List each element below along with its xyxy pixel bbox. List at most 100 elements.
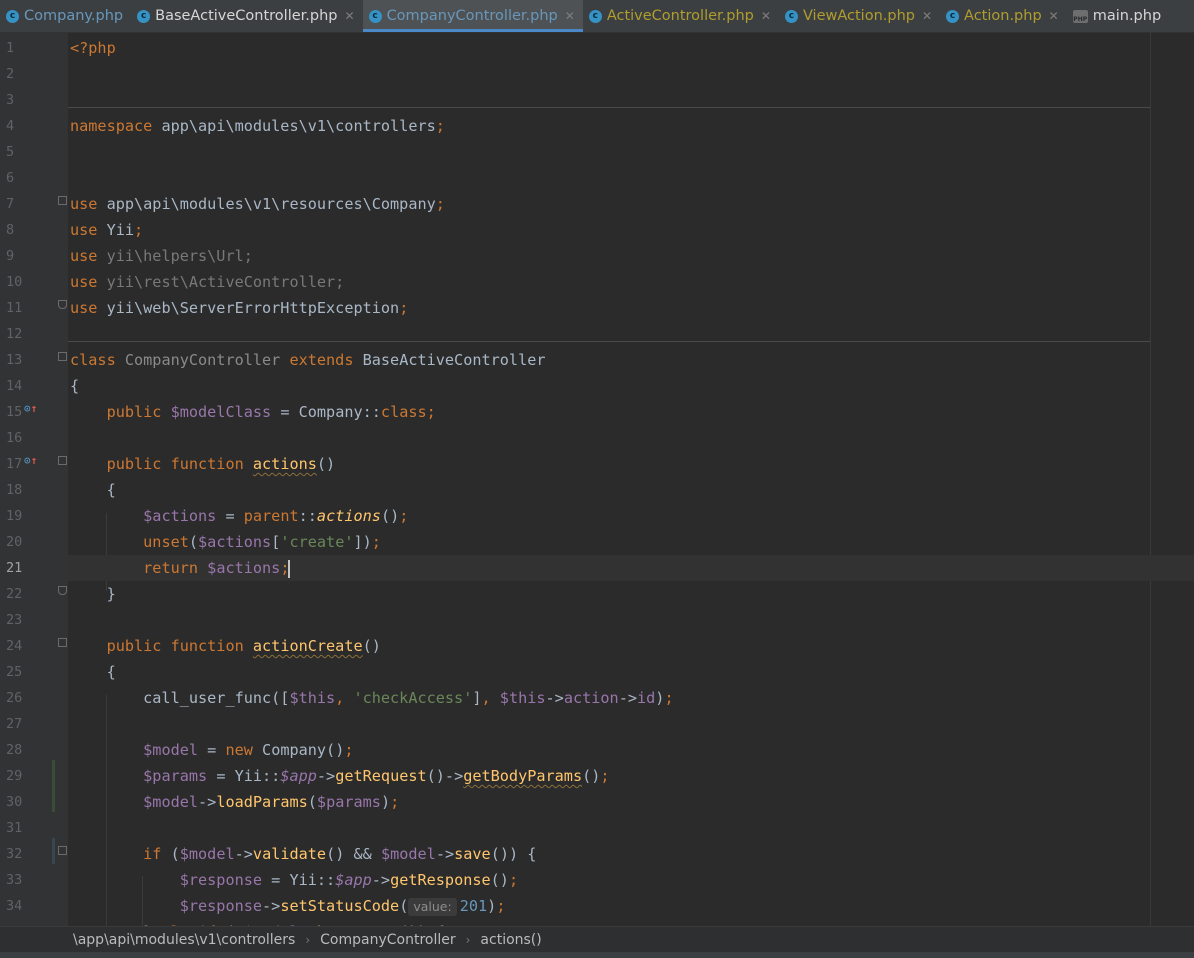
code-text[interactable]: $params = Yii::$app->getRequest()->getBo… [70,763,610,789]
editor-tab[interactable]: c Company.php [0,0,131,32]
code-text[interactable]: use yii\rest\ActiveController; [70,269,344,295]
code-text[interactable]: } [70,581,116,607]
code-line[interactable]: 26 call_user_func([$this, 'checkAccess']… [0,685,1194,711]
code-line[interactable]: 14 { [0,373,1194,399]
code-line[interactable]: 5 [0,139,1194,165]
code-editor[interactable]: ⊙↑ ⊙↑ 1 <?php 2 3 4 namespace app\api\modules… [0,32,1194,941]
code-text[interactable]: public $modelClass = Company::class; [70,399,436,425]
line-number: 13 [6,352,23,368]
code-text[interactable]: return $actions; [70,555,291,581]
code-line[interactable]: 12 [0,321,1194,347]
code-text[interactable]: use app\api\modules\v1\resources\Company… [70,191,445,217]
code-line[interactable]: 19 $actions = parent::actions(); [0,503,1194,529]
code-token: actionCreate [252,637,363,655]
code-line[interactable]: 22 } [0,581,1194,607]
code-line[interactable]: 7 use app\api\modules\v1\resources\Compan… [0,191,1194,217]
code-text[interactable]: $model->loadParams($params); [70,789,399,815]
editor-tab[interactable]: c ViewAction.php ✕ [779,0,940,32]
breadcrumb-item[interactable]: \app\api\modules\v1\controllers [73,932,295,948]
code-line[interactable]: 29 $params = Yii::$app->getRequest()->ge… [0,763,1194,789]
code-line[interactable]: 32 if ($model->validate() && $model->sav… [0,841,1194,867]
code-line[interactable]: 1 <?php [0,35,1194,61]
code-text[interactable]: <?php [70,35,116,61]
code-text[interactable]: $response->setStatusCode(value: 201); [70,893,505,919]
close-icon[interactable]: ✕ [565,9,575,23]
code-line[interactable]: 20 unset($actions['create']); [0,529,1194,555]
breadcrumb-item[interactable]: CompanyController [320,932,455,948]
code-text[interactable]: use yii\web\ServerErrorHttpException; [70,295,408,321]
code-text[interactable]: public function actionCreate() [70,633,381,659]
line-number: 16 [6,430,23,446]
code-line[interactable]: 10 use yii\rest\ActiveController; [0,269,1194,295]
code-text[interactable]: $actions = parent::actions(); [70,503,408,529]
code-text[interactable]: { [70,373,79,399]
editor-tab[interactable]: c Action.php ✕ [940,0,1067,32]
code-token: getRequest [335,767,427,785]
code-token: $response [179,897,263,915]
code-text[interactable]: unset($actions['create']); [70,529,381,555]
parameter-hint: value: [408,897,457,916]
line-number: 28 [6,742,23,758]
code-text[interactable]: namespace app\api\modules\v1\controllers… [70,113,445,139]
code-token: ; [600,767,610,785]
code-line[interactable]: 33 $response = Yii::$app->getResponse(); [0,867,1194,893]
code-line[interactable]: 6 [0,165,1194,191]
code-token: use [70,221,107,239]
close-icon[interactable]: ✕ [345,9,355,23]
code-line[interactable]: 25 { [0,659,1194,685]
code-token: $actions [198,533,272,551]
line-number: 9 [6,248,15,264]
line-number: 23 [6,612,23,628]
code-line[interactable]: 15 public $modelClass = Company::class; [0,399,1194,425]
code-text[interactable]: $model = new Company(); [70,737,354,763]
code-line[interactable]: 31 [0,815,1194,841]
code-text[interactable]: call_user_func([$this, 'checkAccess'], $… [70,685,673,711]
breadcrumb-item[interactable]: actions() [480,932,541,948]
code-line[interactable]: 21 return $actions; [0,555,1194,581]
code-line[interactable]: 18 { [0,477,1194,503]
code-line[interactable]: 9 use yii\helpers\Url; [0,243,1194,269]
code-line[interactable]: 30 $model->loadParams($params); [0,789,1194,815]
code-line[interactable]: 23 [0,607,1194,633]
code-text[interactable]: use Yii; [70,217,143,243]
code-token: ; [344,741,354,759]
code-token: $actions [143,507,217,525]
code-line[interactable]: 24 public function actionCreate() [0,633,1194,659]
code-token: app\api\modules\v1\resources\Company [106,195,436,213]
close-icon[interactable]: ✕ [1049,9,1059,23]
code-text[interactable]: class CompanyController extends BaseActi… [70,347,546,373]
close-icon[interactable]: ✕ [761,9,771,23]
code-text[interactable]: { [70,477,116,503]
code-token: actions [316,507,381,525]
code-line[interactable]: 28 $model = new Company(); [0,737,1194,763]
code-line[interactable]: 16 [0,425,1194,451]
code-line[interactable]: 34 $response->setStatusCode(value: 201); [0,893,1194,919]
editor-tab[interactable]: c ActiveController.php ✕ [583,0,779,32]
code-text[interactable]: $response = Yii::$app->getResponse(); [70,867,518,893]
code-text[interactable]: use yii\helpers\Url; [70,243,253,269]
code-text[interactable]: public function actions() [70,451,336,477]
editor-tab[interactable]: c BaseActiveController.php ✕ [131,0,362,32]
close-icon[interactable]: ✕ [922,9,932,23]
code-line[interactable]: 2 [0,61,1194,87]
code-text[interactable]: if ($model->validate() && $model->save()… [70,841,536,867]
editor-tab-label: CompanyController.php [386,8,558,24]
code-token: validate [252,845,327,863]
code-line[interactable]: 8 use Yii; [0,217,1194,243]
code-line[interactable]: 4 namespace app\api\modules\v1\controller… [0,113,1194,139]
code-line[interactable]: 3 [0,87,1194,113]
code-token: ; [390,793,400,811]
editor-tab[interactable]: c CompanyController.php ✕ [362,0,584,32]
code-line[interactable]: 27 [0,711,1194,737]
code-token: = [216,507,244,525]
code-text[interactable]: { [70,659,116,685]
editor-tab[interactable]: PHP main.php [1067,0,1169,32]
code-line[interactable]: 13 class CompanyController extends BaseAc… [0,347,1194,373]
code-line[interactable]: 17 public function actions() [0,451,1194,477]
code-line[interactable]: 11 use yii\web\ServerErrorHttpException; [0,295,1194,321]
code-token: yii\web\ServerErrorHttpException [106,299,400,317]
code-token: ) [380,793,391,811]
